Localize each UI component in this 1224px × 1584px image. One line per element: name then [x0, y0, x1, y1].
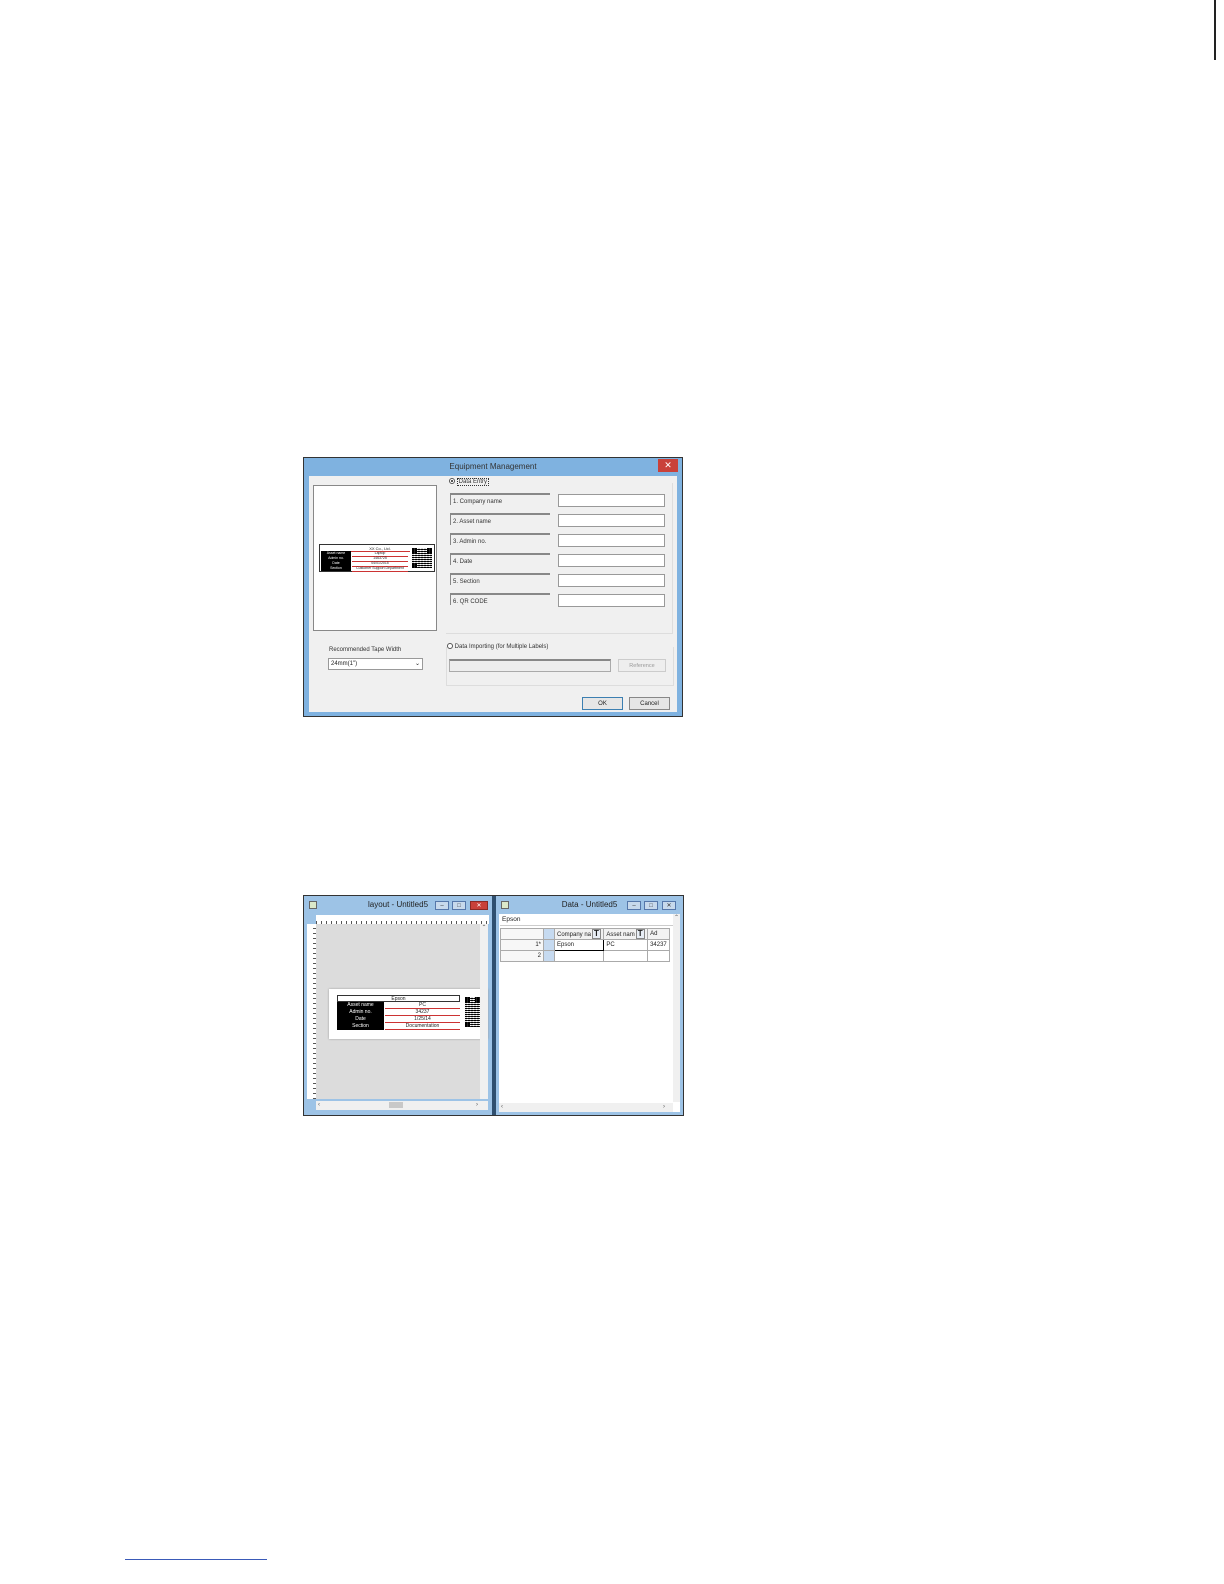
data-import-option[interactable]: Data Importing (for Multiple Labels) [447, 643, 548, 652]
scroll-thumb[interactable] [389, 1102, 403, 1108]
close-icon[interactable]: ✕ [470, 901, 488, 910]
data-grid-area: Epson Company na T Asset nam T Ad 1* Epson… [499, 914, 680, 1112]
close-icon[interactable]: ✕ [658, 459, 678, 472]
label-row-value: 1/25/14 [385, 1016, 460, 1023]
layout-canvas[interactable]: Epson Asset name PC Admin no. 34237 Date… [316, 924, 488, 1099]
grid-corner [500, 928, 544, 940]
maximize-icon[interactable]: □ [644, 901, 658, 910]
text-type-icon[interactable]: T [592, 929, 601, 939]
label-row-label: Asset name [337, 1002, 384, 1009]
column-header-admin[interactable]: Ad [647, 928, 670, 940]
label-design[interactable]: Epson Asset name PC Admin no. 34237 Date… [329, 989, 488, 1039]
data-import-radio[interactable] [447, 643, 453, 650]
vertical-scrollbar[interactable]: ⌃ [673, 914, 680, 1102]
close-icon[interactable]: ✕ [662, 901, 676, 910]
label-header: Epson [337, 995, 460, 1002]
grid-cell[interactable] [603, 950, 649, 962]
field-label-section: 5. Section [450, 573, 550, 585]
label-row-label: Date [337, 1016, 384, 1023]
reference-button[interactable]: Reference [618, 659, 666, 672]
data-import-label: Data Importing (for Multiple Labels) [454, 644, 549, 650]
chevron-down-icon: ⌄ [414, 661, 420, 667]
ok-button[interactable]: OK [582, 697, 623, 710]
scroll-left-icon[interactable]: ‹ [501, 1103, 503, 1112]
maximize-icon[interactable]: □ [452, 901, 466, 910]
tape-width-label: Recommended Tape Width [329, 647, 402, 653]
grid-cell[interactable] [553, 950, 605, 962]
preview-label: XX Co., Ltd. Asset name Laptop Admin no.… [319, 544, 435, 572]
company-name-input[interactable] [558, 494, 665, 507]
table-row: 2 [500, 950, 670, 962]
dialog-title: Equipment Management [449, 462, 537, 471]
label-row-value: PC [385, 1002, 460, 1009]
row-selector[interactable] [543, 939, 555, 951]
label-row-value: Documentation [385, 1023, 460, 1030]
row-number[interactable]: 1* [500, 939, 544, 951]
label-row-label: Section [337, 1023, 384, 1030]
footer-rule [125, 1559, 267, 1560]
preview-row-value: Customer Support Department [352, 566, 408, 572]
column-header-company[interactable]: Company na T [553, 928, 605, 940]
label-preview: XX Co., Ltd. Asset name Laptop Admin no.… [313, 485, 437, 631]
preview-row-label: Section [321, 566, 351, 571]
asset-name-input[interactable] [558, 514, 665, 527]
text-type-icon[interactable]: T [635, 929, 645, 939]
cell-value-input[interactable]: Epson [500, 915, 675, 926]
scroll-right-icon[interactable]: › [476, 1101, 478, 1110]
cancel-button[interactable]: Cancel [629, 697, 670, 710]
qr-code-input[interactable] [558, 594, 665, 607]
grid-corner-select [543, 928, 555, 940]
minimize-icon[interactable]: – [435, 901, 449, 910]
data-entry-radio[interactable] [449, 478, 455, 485]
dialog-body: XX Co., Ltd. Asset name Laptop Admin no.… [309, 476, 677, 712]
date-input[interactable] [558, 554, 665, 567]
field-label-asset-name: 2. Asset name [450, 513, 550, 525]
field-label-company-name: 1. Company name [450, 493, 550, 505]
horizontal-scrollbar[interactable]: ‹ › [316, 1101, 488, 1110]
section-input[interactable] [558, 574, 665, 587]
field-label-date: 4. Date [450, 553, 550, 565]
tape-width-select[interactable]: 24mm(1") ⌄ [328, 658, 423, 670]
label-row-label: Admin no. [337, 1009, 384, 1016]
data-grid: Company na T Asset nam T Ad 1* Epson PC 34… [500, 928, 670, 962]
grid-cell[interactable]: 34237 [647, 939, 670, 951]
tape-width-value: 24mm(1") [331, 661, 358, 667]
label-row-value: 34237 [385, 1009, 460, 1016]
equipment-management-dialog: Equipment Management ✕ XX Co., Ltd. Asse… [303, 457, 683, 717]
horizontal-ruler [316, 915, 489, 924]
data-entry-option[interactable]: Data Entry [449, 478, 490, 487]
grid-cell[interactable]: Epson [553, 939, 605, 951]
layout-window: layout - Untitled5 – □ ✕ Epson Asset nam… [304, 896, 492, 1115]
data-window: Data - Untitled5 – □ ✕ Epson Company na T… [496, 896, 683, 1115]
row-selector[interactable] [543, 950, 555, 962]
admin-no-input[interactable] [558, 534, 665, 547]
qr-code-icon [465, 997, 480, 1027]
horizontal-scrollbar[interactable]: ‹ › [499, 1103, 673, 1112]
column-header-asset[interactable]: Asset nam T [603, 928, 649, 940]
scroll-right-icon[interactable]: › [663, 1103, 665, 1112]
field-label-admin-no: 3. Admin no. [450, 533, 550, 545]
field-label-qr-code: 6. QR CODE [450, 593, 550, 605]
page-edge-line [1214, 0, 1216, 60]
grid-cell[interactable]: PC [603, 939, 649, 951]
row-number[interactable]: 2 [500, 950, 544, 962]
grid-cell[interactable] [647, 950, 670, 962]
vertical-ruler [307, 924, 316, 1099]
vertical-scrollbar[interactable]: ⌃ [480, 924, 488, 1099]
scroll-left-icon[interactable]: ‹ [318, 1101, 320, 1110]
table-row: 1* Epson PC 34237 [500, 939, 670, 951]
editor-windows: layout - Untitled5 – □ ✕ Epson Asset nam… [303, 895, 684, 1116]
data-entry-label: Data Entry [456, 478, 490, 486]
qr-code-icon [412, 548, 432, 568]
import-file-field[interactable] [449, 659, 611, 672]
minimize-icon[interactable]: – [627, 901, 641, 910]
